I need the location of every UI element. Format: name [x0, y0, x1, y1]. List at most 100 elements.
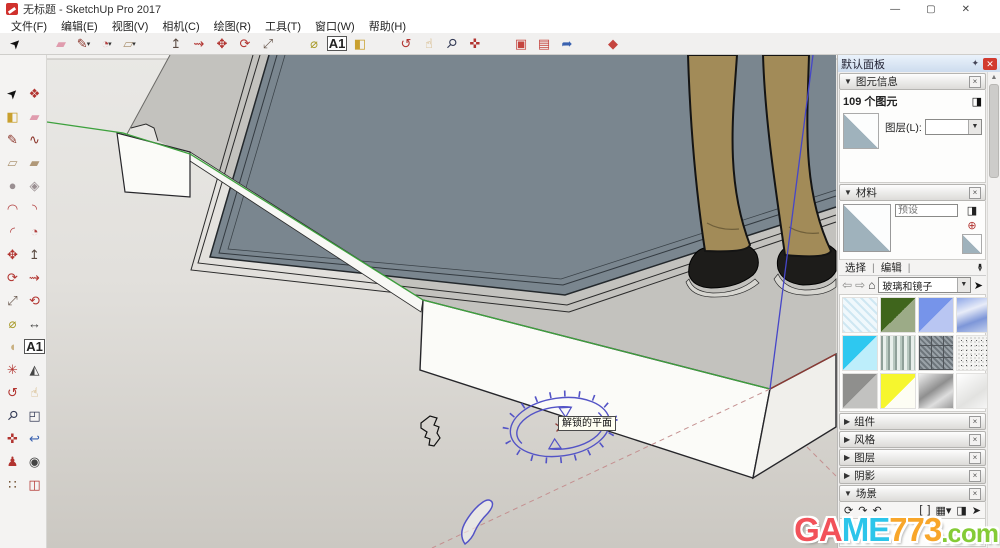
separator[interactable] — [486, 33, 509, 54]
swatch-textured-glass[interactable] — [842, 297, 878, 333]
protractor-tool-icon[interactable]: ◖ — [1, 336, 24, 357]
dimension-tool-icon[interactable]: ↔ — [23, 313, 46, 334]
section-styles[interactable]: ▶ 风格 × — [839, 431, 986, 448]
collection-dropdown[interactable]: 玻璃和镜子 ▼ — [878, 277, 971, 293]
move-tool-icon[interactable]: ✥ — [210, 33, 233, 54]
freehand-tool-icon[interactable]: ∿ — [23, 129, 46, 150]
section-shadows[interactable]: ▶ 阴影 × — [839, 467, 986, 484]
menu-view[interactable]: 视图(V) — [105, 18, 156, 34]
home-icon[interactable]: ⌂ — [868, 278, 875, 292]
layer-dropdown[interactable]: ▼ — [924, 119, 982, 135]
section-close-icon[interactable]: × — [969, 487, 981, 500]
position-camera-icon[interactable]: ♟ — [1, 451, 24, 472]
rectangle-tool-icon[interactable]: ▱ — [1, 152, 24, 173]
eraser-tool-icon[interactable]: ▰ — [23, 106, 46, 127]
paint-bucket-icon[interactable]: ◧ — [1, 106, 24, 127]
zoom-extents-icon[interactable]: ✜ — [463, 33, 486, 54]
paint-bucket-icon[interactable]: ◧ — [348, 33, 371, 54]
circle-tool-icon[interactable]: ● — [1, 175, 24, 196]
send-to-layout-icon[interactable]: ➦ — [555, 33, 578, 54]
menu-window[interactable]: 窗口(W) — [308, 18, 362, 34]
pie-tool-icon[interactable]: ◔ — [23, 221, 46, 242]
sample-paint-icon[interactable]: ✒ — [973, 263, 986, 272]
make-component-icon[interactable]: ❖ — [23, 83, 46, 104]
arc-tool-icon[interactable]: ◠ — [1, 198, 24, 219]
pan-tool-icon[interactable]: ☝ — [417, 33, 440, 54]
swatch-gray-diagonal[interactable] — [842, 373, 878, 409]
section-components[interactable]: ▶ 组件 × — [839, 413, 986, 430]
extension-warehouse-icon[interactable]: ◆ — [601, 33, 624, 54]
swatch-green-diagonal[interactable] — [880, 297, 916, 333]
separator[interactable] — [279, 33, 302, 54]
orbit-tool-icon[interactable]: ↺ — [394, 33, 417, 54]
create-material-icon[interactable]: ⊕ — [967, 219, 976, 232]
section-close-icon[interactable]: × — [969, 415, 981, 428]
line-tool-icon[interactable]: ✎ — [1, 129, 24, 150]
section-plane-icon[interactable]: ◫ — [23, 474, 46, 495]
look-around-icon[interactable]: ◉ — [23, 451, 46, 472]
scroll-up-icon[interactable]: ▲ — [991, 72, 998, 81]
swatch-cyan-diagonal[interactable] — [842, 335, 878, 371]
swatch-ribbed-glass[interactable] — [880, 335, 916, 371]
swatch-frosted-blocks[interactable] — [918, 335, 954, 371]
default-material-thumb[interactable] — [962, 234, 982, 254]
followme-tool-icon[interactable]: ⇝ — [23, 267, 46, 288]
swatch-blue-diagonal[interactable] — [918, 297, 954, 333]
zoom-extents-icon[interactable]: ✜ — [1, 428, 24, 449]
rotate-tool-icon[interactable]: ⟳ — [1, 267, 24, 288]
section-materials[interactable]: ▼ 材料 × — [839, 184, 986, 201]
section-close-icon[interactable]: × — [969, 451, 981, 464]
tab-select[interactable]: 选择 — [841, 260, 870, 275]
panel-scrollbar[interactable]: ▲ — [987, 72, 1000, 548]
scale-tool-icon[interactable]: ⤢ — [1, 290, 24, 311]
arc-tool-icon[interactable]: ◔ ▾ — [95, 33, 118, 54]
section-close-icon[interactable]: × — [969, 433, 981, 446]
tray-close-button[interactable]: ✕ — [983, 57, 997, 70]
entity-material-thumb[interactable] — [843, 113, 879, 149]
pan-tool-icon[interactable]: ☝ — [23, 382, 46, 403]
zoom-tool-icon[interactable]: ⚲ — [440, 33, 463, 54]
tape-measure-icon[interactable]: ⌀ — [1, 313, 24, 334]
section-layers[interactable]: ▶ 图层 × — [839, 449, 986, 466]
section-close-icon[interactable]: × — [969, 469, 981, 482]
section-scenes[interactable]: ▼ 场景 × — [839, 485, 986, 502]
zoom-tool-icon[interactable]: ⚲ — [1, 405, 24, 426]
text-tool-icon[interactable]: A1 — [325, 33, 348, 54]
secondary-pane-icon[interactable]: ◨ — [967, 204, 977, 217]
tape-measure-icon[interactable]: ⌀ — [302, 33, 325, 54]
swatch-yellow-diagonal[interactable] — [880, 373, 916, 409]
details-icon[interactable]: ➤ — [974, 279, 983, 292]
menu-file[interactable]: 文件(F) — [4, 18, 54, 34]
material-name-input[interactable] — [895, 204, 958, 217]
model-viewport[interactable]: 解锁的平面 — [47, 55, 837, 548]
rotate-tool-icon[interactable]: ⟳ — [233, 33, 256, 54]
zoom-window-icon[interactable]: ◰ — [23, 405, 46, 426]
separator[interactable] — [371, 33, 394, 54]
back-arrow-icon[interactable]: ⇦ — [842, 278, 852, 292]
select-tool-icon[interactable]: ➤ — [3, 33, 26, 54]
separator[interactable] — [578, 33, 601, 54]
minimize-button[interactable]: — — [890, 4, 900, 15]
walk-tool-icon[interactable]: ∷ — [1, 474, 24, 495]
rectangle-tool-icon[interactable]: ▱ ▾ — [118, 33, 141, 54]
offset-tool-icon[interactable]: ⟲ — [23, 290, 46, 311]
move-tool-icon[interactable]: ✥ — [1, 244, 24, 265]
line-tool-icon[interactable]: ✎ ▾ — [72, 33, 95, 54]
three-point-arc-icon[interactable]: ◜ — [1, 221, 24, 242]
previous-view-icon[interactable]: ↩ — [23, 428, 46, 449]
close-button[interactable]: ✕ — [962, 4, 970, 15]
scrollbar-thumb[interactable] — [989, 84, 999, 178]
separator[interactable] — [141, 33, 164, 54]
menu-draw[interactable]: 绘图(R) — [207, 18, 258, 34]
axes-tool-icon[interactable]: ✳ — [1, 359, 24, 380]
toggle-visible-icon[interactable]: ◨ — [972, 95, 982, 108]
menu-camera[interactable]: 相机(C) — [155, 18, 206, 34]
get-models-icon[interactable]: ▣ — [509, 33, 532, 54]
swatch-mirror-gradient[interactable] — [918, 373, 954, 409]
menu-help[interactable]: 帮助(H) — [362, 18, 413, 34]
followme-tool-icon[interactable]: ⇝ — [187, 33, 210, 54]
eraser-tool-icon[interactable]: ▰ — [49, 33, 72, 54]
rotated-rectangle-icon[interactable]: ▰ — [23, 152, 46, 173]
section-entity-info[interactable]: ▼ 图元信息 × — [839, 73, 986, 90]
section-close-icon[interactable]: × — [969, 186, 981, 199]
